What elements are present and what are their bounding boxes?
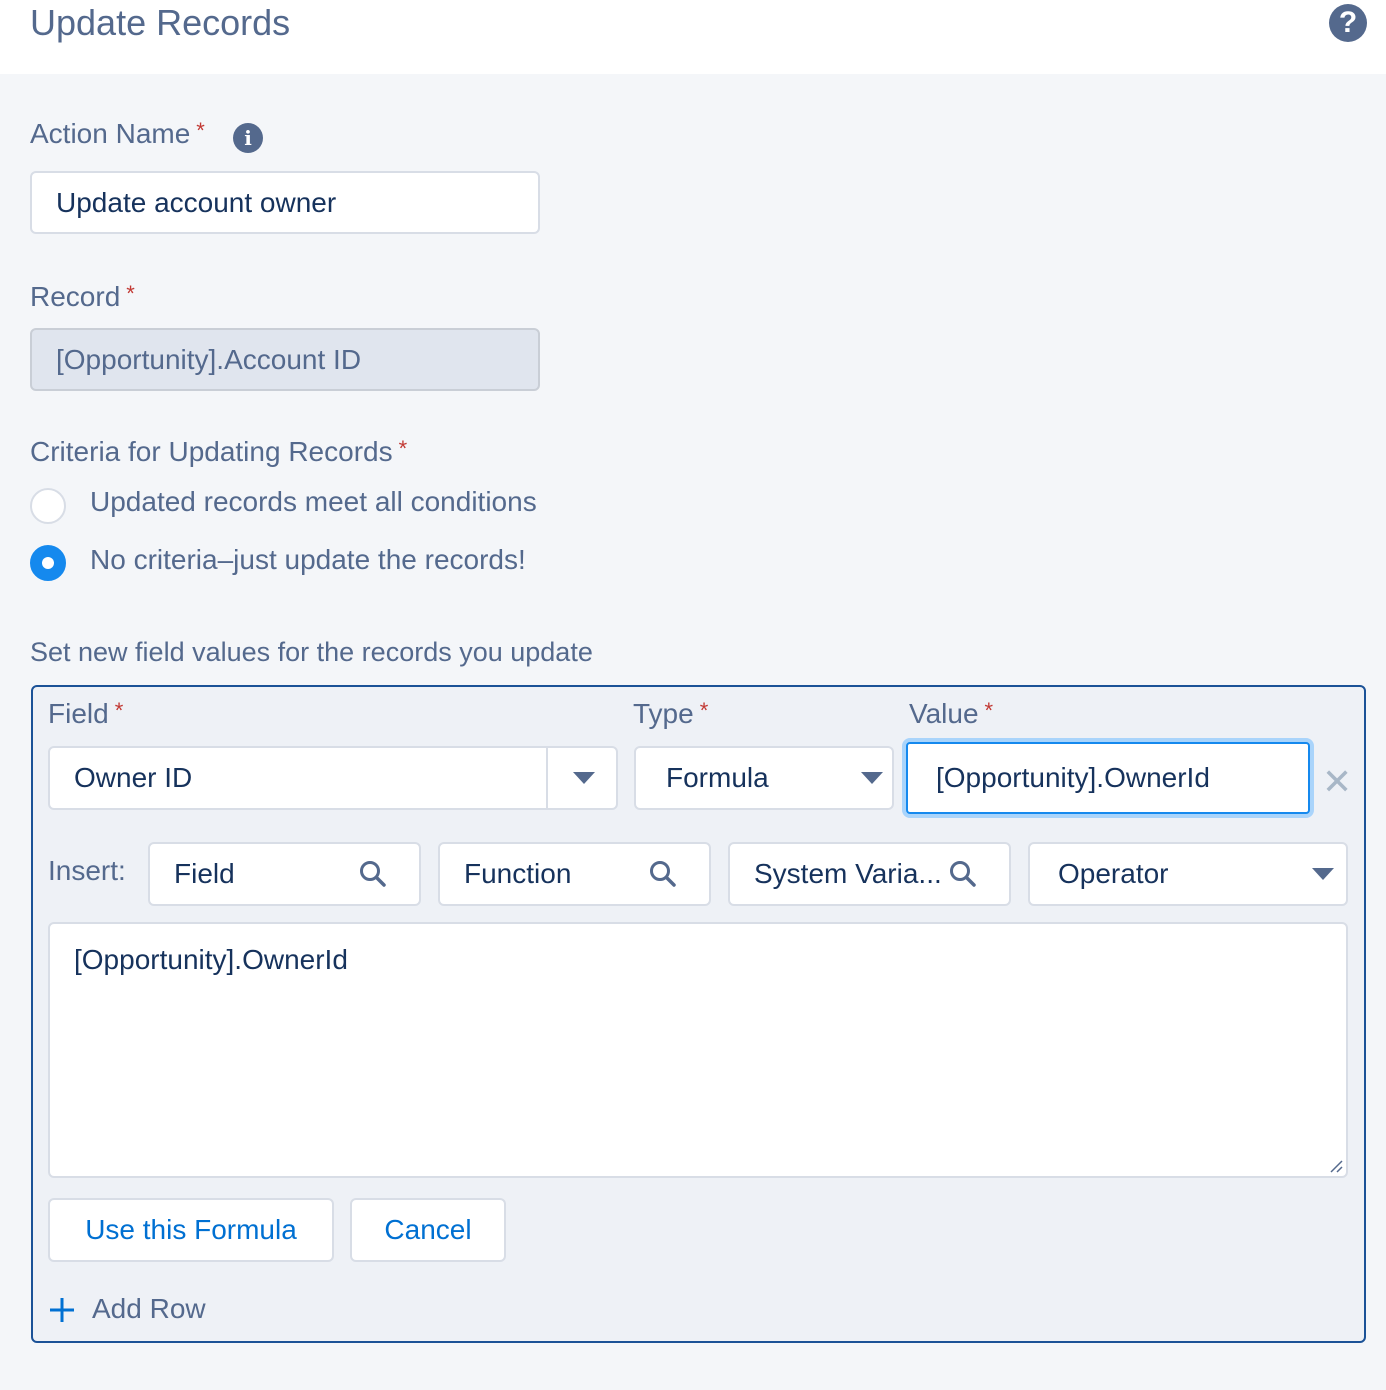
field-column-label-text: Field [48,698,109,729]
add-row-link[interactable] [48,1296,76,1329]
action-name-input[interactable]: Update account owner [30,171,540,234]
help-icon[interactable]: ? [1329,4,1367,42]
chevron-down-icon [861,772,883,784]
cancel-button[interactable]: Cancel [350,1198,506,1262]
plus-icon [50,1298,74,1322]
required-marker: * [114,698,124,723]
combobox-divider [546,748,548,808]
type-column-label: Type * [633,698,708,730]
required-marker: * [196,118,205,143]
type-select[interactable]: Formula [634,746,894,810]
page-title: Update Records [30,2,291,43]
criteria-label-text: Criteria for Updating Records [30,436,393,467]
insert-system-variable-text: System Varia... [754,858,942,889]
chevron-down-icon[interactable] [573,772,595,784]
required-marker: * [398,436,408,461]
insert-operator-select[interactable]: Operator [1028,842,1348,906]
radio-no-criteria[interactable] [30,545,66,581]
type-column-label-text: Type [633,698,694,729]
info-icon[interactable]: i [233,123,263,153]
field-combobox-value: Owner ID [74,762,193,793]
criteria-label: Criteria for Updating Records * [30,436,407,468]
action-name-label-text: Action Name [30,118,191,149]
radio-no-criteria-label[interactable]: No criteria–just update the records! [90,544,526,576]
field-column-label: Field * [48,698,123,730]
required-marker: * [126,281,135,306]
record-label-text: Record [30,281,121,312]
insert-label: Insert: [48,855,126,886]
insert-operator-text: Operator [1058,858,1169,889]
record-label: Record * [30,281,135,313]
radio-all-conditions[interactable] [30,488,66,524]
record-field: [Opportunity].Account ID [30,328,540,391]
remove-row-icon[interactable]: ✕ [1322,764,1352,800]
required-marker: * [984,698,994,723]
insert-field-text: Field [174,858,235,889]
insert-function-text: Function [464,858,572,889]
required-marker: * [699,698,709,723]
resize-handle-icon[interactable] [1328,1158,1344,1179]
search-icon [649,860,677,888]
value-input[interactable]: [Opportunity].OwnerId [906,742,1310,814]
action-name-label: Action Name * [30,118,205,150]
type-select-value: Formula [666,762,769,793]
formula-textarea[interactable]: [Opportunity].OwnerId [48,922,1348,1178]
search-icon [359,860,387,888]
chevron-down-icon [1312,868,1334,880]
field-values-heading: Set new field values for the records you… [30,637,593,667]
formula-text: [Opportunity].OwnerId [74,944,348,975]
value-column-label: Value * [909,698,993,730]
value-column-label-text: Value [909,698,979,729]
field-combobox[interactable]: Owner ID [48,746,618,810]
add-row-label[interactable]: Add Row [92,1293,206,1325]
search-icon [949,860,977,888]
radio-all-conditions-label[interactable]: Updated records meet all conditions [90,486,537,518]
use-formula-button[interactable]: Use this Formula [48,1198,334,1262]
